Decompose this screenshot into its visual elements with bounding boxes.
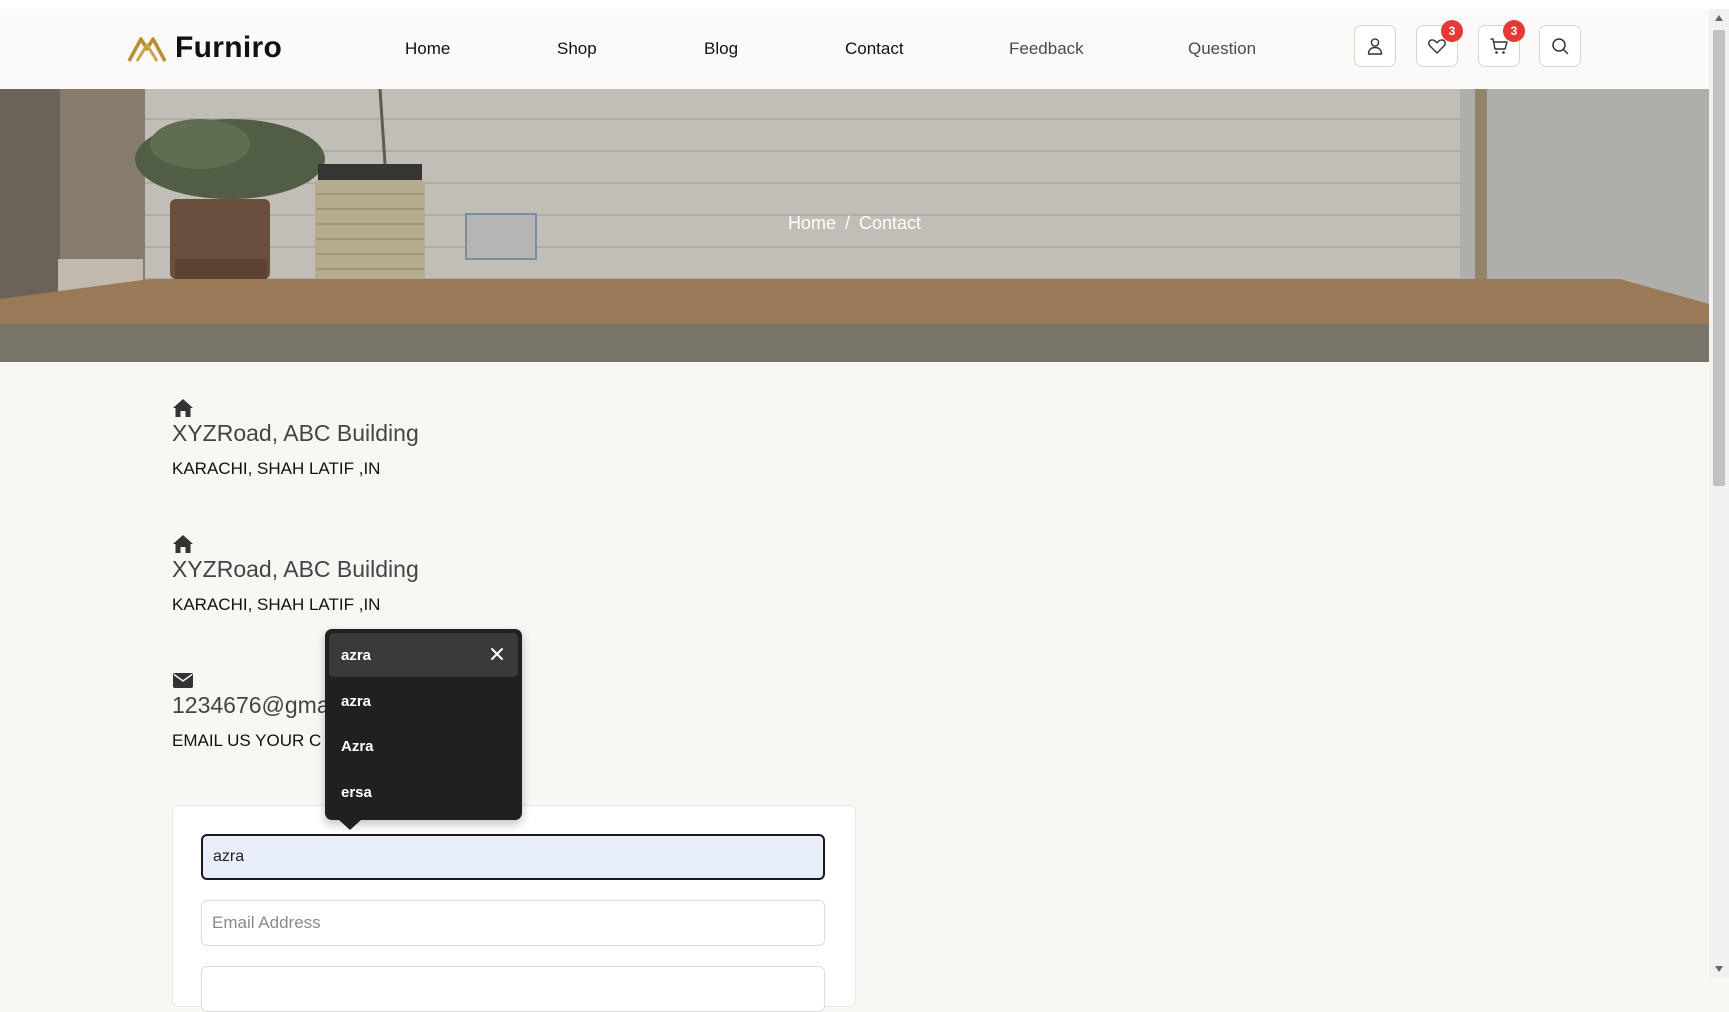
autocomplete-option-label: azra [341,646,372,664]
address-block-2: XYZRoad, ABC Building KARACHI, SHAH LATI… [172,534,419,615]
search-button[interactable] [1539,25,1581,67]
close-icon[interactable] [488,645,506,663]
brand-logo[interactable]: Furniro [127,31,282,65]
nav-home[interactable]: Home [405,39,450,59]
hero-banner: Home / Contact [0,89,1709,362]
home-icon [173,535,193,553]
top-strip [0,0,1729,9]
home-icon [173,399,193,417]
site-header: Furniro Home Shop Blog Contact Feedback … [0,9,1709,90]
wishlist-button[interactable]: 3 [1416,20,1463,67]
autocomplete-option[interactable]: azra [329,633,518,677]
autocomplete-option-label: Azra [341,737,374,755]
autocomplete-option-label: ersa [341,783,372,801]
address-title: XYZRoad, ABC Building [172,420,419,446]
address-subtitle: KARACHI, SHAH LATIF ,IN [172,595,381,614]
nav-blog[interactable]: Blog [704,39,738,59]
wishlist-count-badge: 3 [1441,20,1463,42]
search-icon [1552,38,1569,55]
scrollbar-thumb[interactable] [1713,30,1725,486]
scroll-up-arrow-icon[interactable] [1709,9,1729,27]
user-icon [1367,38,1383,55]
nav-question[interactable]: Question [1188,39,1256,59]
email-block: 1234676@gma EMAIL US YOUR C [172,670,330,751]
breadcrumb: Home / Contact [0,213,1709,234]
contact-form [172,805,856,1012]
logo-mark-icon [127,37,167,62]
autocomplete-dropdown: azra azra Azra ersa [325,629,522,830]
address-subtitle: KARACHI, SHAH LATIF ,IN [172,459,381,478]
envelope-icon [173,673,193,688]
breadcrumb-separator: / [844,213,850,233]
address-block-1: XYZRoad, ABC Building KARACHI, SHAH LATI… [172,398,419,479]
page-scrollbar[interactable] [1709,9,1729,978]
dropdown-pointer [339,820,361,830]
autocomplete-option-label: azra [341,692,372,710]
email-subtitle: EMAIL US YOUR C [172,731,322,750]
account-button[interactable] [1354,25,1396,67]
breadcrumb-current: Contact [859,213,922,233]
nav-contact[interactable]: Contact [845,39,904,59]
cart-count-badge: 3 [1503,20,1525,42]
scroll-down-arrow-icon[interactable] [1709,960,1729,978]
brand-name: Furniro [175,31,283,64]
autocomplete-option[interactable]: Azra [329,724,518,768]
cart-button[interactable]: 3 [1478,20,1525,67]
nav-feedback[interactable]: Feedback [1009,39,1084,59]
autocomplete-option[interactable]: azra [329,679,518,723]
autocomplete-option[interactable]: ersa [329,770,518,814]
email-input[interactable] [201,900,825,946]
name-input[interactable] [201,834,825,880]
breadcrumb-home[interactable]: Home [788,213,836,233]
address-title: XYZRoad, ABC Building [172,556,419,582]
nav-shop[interactable]: Shop [557,39,597,59]
email-address: 1234676@gma [172,692,330,718]
form-field[interactable] [201,966,825,1012]
